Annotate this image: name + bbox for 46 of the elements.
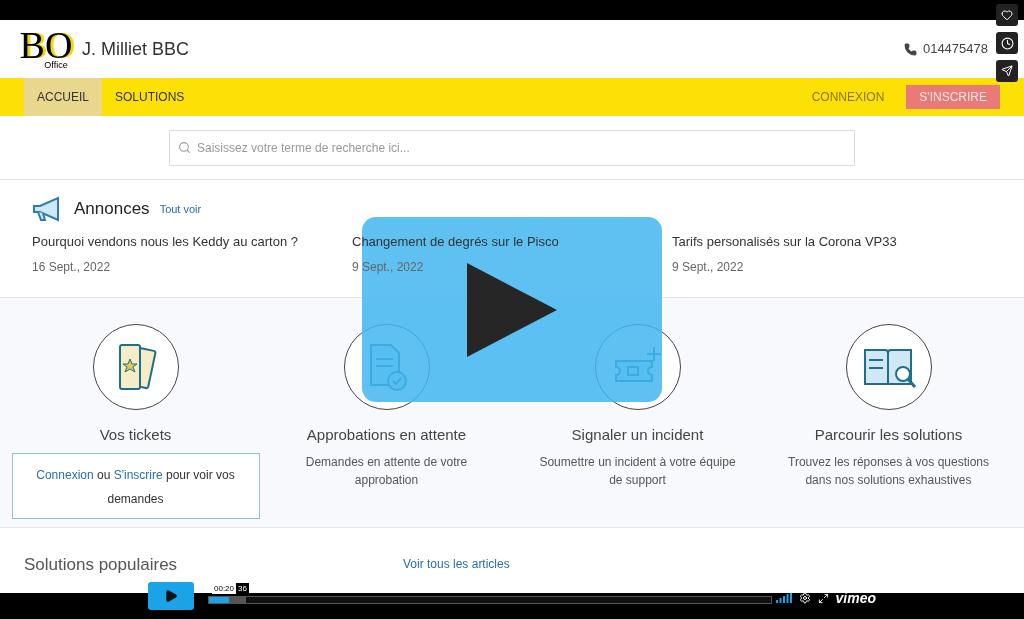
play-icon [164,589,178,603]
volume-icon [775,593,792,603]
play-button[interactable] [148,582,194,610]
like-button[interactable] [996,4,1018,26]
announcement-title[interactable]: Tarifs personalisés sur la Corona VP33 [672,232,992,252]
login-link[interactable]: Connexion [36,467,94,482]
company-name: J. Milliet BBC [82,37,189,61]
tile-description: Demandes en attente de votre approbation [304,453,469,489]
signup-link[interactable]: S'inscrire [113,467,163,482]
heart-icon [1001,9,1013,21]
tile-title: Signaler un incident [571,425,704,445]
fullscreen-icon[interactable] [817,592,829,604]
search-icon [178,141,191,154]
phone-number: 014475478 [922,40,988,59]
vimeo-logo[interactable]: vimeo [835,591,876,605]
see-all-link[interactable]: Tout voir [159,200,202,218]
section-title: Solutions populaires [24,554,179,576]
announcement-date: 9 Sept., 2022 [352,258,425,276]
tile-description: Soumettre un incident à votre équipe de support [538,453,737,489]
tile-description: Trouvez les réponses à vos questions dans nos solutions exhaustives [787,453,990,489]
clock-icon [1000,36,1014,50]
section-title: Annonces [74,198,150,221]
logo-subtitle: Office [44,60,68,70]
play-icon [467,262,557,357]
search-input[interactable]: Saisissez votre terme de recherche ici... [197,138,846,157]
announcement-date: 16 Sept., 2022 [32,258,112,276]
tile-title: Vos tickets [99,425,172,445]
login-link[interactable]: CONNEXION [811,88,885,106]
announcement-date: 9 Sept., 2022 [672,258,745,276]
progress-track[interactable] [208,596,772,604]
logo-letters: BO [19,28,73,61]
announcement-title[interactable]: Pourquoi vendons nous les Keddy au carton ? [32,232,352,252]
tile-title: Approbations en attente [306,425,467,445]
share-button[interactable] [996,60,1018,82]
time-tooltip: 00:20 [212,583,237,594]
time-badge: 36 [236,583,249,594]
phone-icon [903,42,917,56]
tile-title: Parcourir les solutions [814,425,963,445]
settings-icon[interactable] [798,592,811,604]
see-all-articles-link[interactable]: Voir tous les articles [403,555,510,573]
send-icon [1001,65,1013,77]
watch-later-button[interactable] [996,32,1018,54]
search-field[interactable]: Saisissez votre terme de recherche ici... [169,129,855,166]
nav-tab[interactable]: ACCUEIL [24,78,102,116]
nav-tab[interactable]: SOLUTIONS [102,78,198,116]
login-prompt-text: Connexion ou S'inscrire pour voir vos demandes [36,467,235,506]
